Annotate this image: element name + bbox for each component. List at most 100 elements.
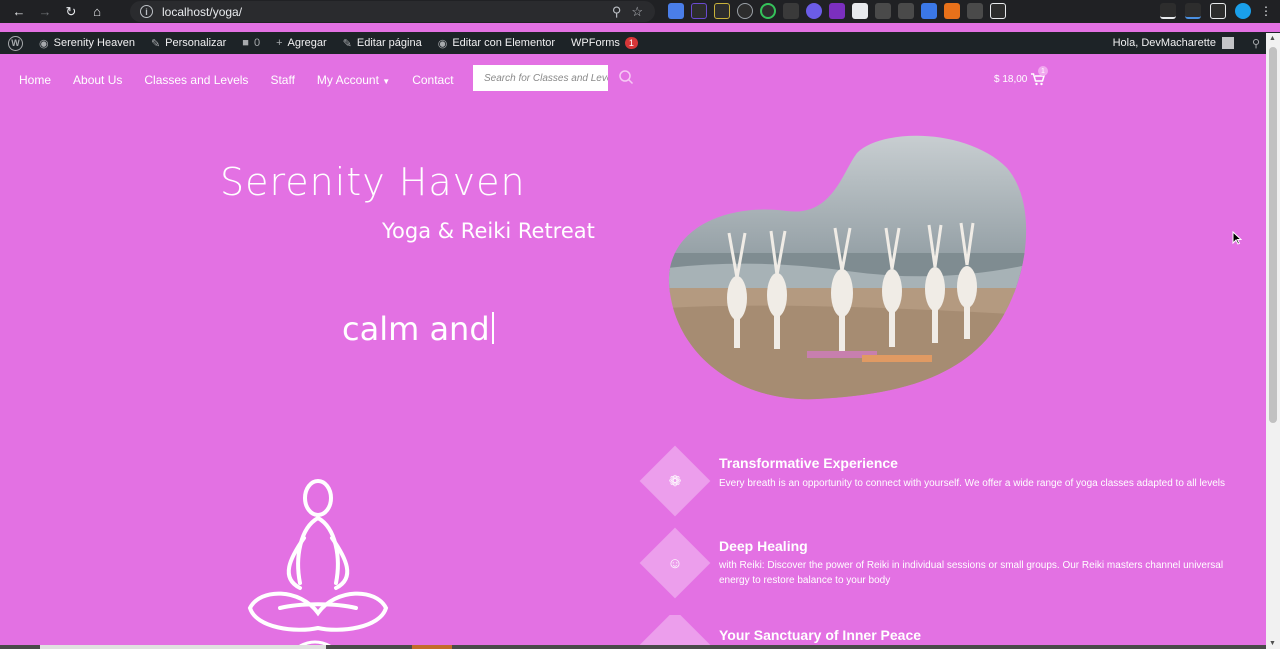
- typed-text: calm and: [342, 310, 490, 348]
- bottom-status-strip: [0, 645, 1266, 649]
- pen-extension-icon[interactable]: [691, 3, 707, 19]
- cart-count-badge: 1: [1038, 66, 1048, 76]
- elementor-icon: ◉: [437, 37, 448, 50]
- nav-contact[interactable]: Contact: [412, 73, 453, 87]
- wp-customize[interactable]: ✎ Personalizar: [143, 32, 234, 54]
- queue-icon[interactable]: [1160, 3, 1176, 19]
- wp-add-new[interactable]: + Agregar: [268, 32, 335, 54]
- translate-extension-icon[interactable]: [668, 3, 684, 19]
- feature-item: ☺ Deep Healing with Reiki: Discover the …: [638, 527, 1238, 614]
- wp-account[interactable]: Hola, DevMacharette ⚲: [1113, 37, 1260, 50]
- address-bar[interactable]: i localhost/yoga/ ⚲ ☆: [130, 1, 655, 22]
- cart-widget[interactable]: $ 18,00 1: [994, 66, 1048, 86]
- add-new-label: Agregar: [287, 37, 327, 49]
- nav-about-us[interactable]: About Us: [73, 73, 122, 87]
- feature-item: Your Sanctuary of Inner Peace: [638, 615, 1238, 649]
- edit-extension-icon[interactable]: [852, 3, 868, 19]
- back-icon[interactable]: ←: [6, 0, 32, 23]
- sidepanel-icon[interactable]: [1210, 3, 1226, 19]
- scroll-thumb[interactable]: [1269, 47, 1277, 423]
- gear-extension-icon[interactable]: [967, 3, 983, 19]
- url-text: localhost/yoga/: [162, 4, 243, 19]
- download-icon[interactable]: [1185, 3, 1201, 19]
- doc-extension-icon[interactable]: [921, 3, 937, 19]
- pencil-icon: ✎: [342, 37, 352, 50]
- healing-hand-icon: ☺: [667, 554, 683, 572]
- search-input[interactable]: [473, 65, 608, 91]
- browser-toolbar: ← → ↻ ⌂ i localhost/yoga/ ⚲ ☆ ⋮: [0, 0, 1280, 23]
- browser-right-controls: ⋮: [1160, 3, 1272, 19]
- feature-diamond: [639, 615, 711, 649]
- hero-typed-text: calm and: [342, 310, 494, 348]
- comment-icon: ■: [242, 37, 249, 49]
- puzzle-extension-icon[interactable]: [990, 3, 1006, 19]
- hero-subtitle: Yoga & Reiki Retreat: [382, 219, 595, 243]
- wpforms-label: WPForms: [571, 37, 620, 49]
- comments-count: 0: [253, 37, 261, 49]
- wp-comments[interactable]: ■ 0: [234, 32, 268, 54]
- wp-edit-page[interactable]: ✎ Editar página: [335, 32, 430, 54]
- zoom-icon[interactable]: ⚲: [612, 4, 622, 20]
- wordpress-logo-icon: W: [8, 35, 23, 51]
- home-icon[interactable]: ⌂: [84, 0, 110, 23]
- site-navigation: Home About Us Classes and Levels Staff M…: [0, 55, 1266, 105]
- grid-extension-icon[interactable]: [898, 3, 914, 19]
- edit-elementor-label: Editar con Elementor: [452, 37, 556, 49]
- chevron-down-icon: ▼: [382, 77, 391, 86]
- brush-icon: ✎: [150, 37, 161, 50]
- page-scrollbar[interactable]: ▲ ▼: [1266, 33, 1280, 649]
- feature-text: Every breath is an opportunity to connec…: [719, 478, 1226, 489]
- edit-page-label: Editar página: [356, 37, 422, 49]
- feature-title: Deep Healing: [719, 538, 808, 554]
- css-extension-icon[interactable]: [783, 3, 799, 19]
- react-extension-icon[interactable]: [737, 3, 753, 19]
- feature-text: with Reiki: Discover the power of Reiki …: [719, 560, 1224, 586]
- scroll-up-icon[interactable]: ▲: [1269, 35, 1276, 42]
- status-segment: [40, 645, 326, 649]
- yoga-mat-icon: ❁: [668, 473, 682, 490]
- nav-classes-and-levels[interactable]: Classes and Levels: [144, 73, 248, 87]
- profile-avatar-icon[interactable]: [1235, 3, 1251, 19]
- extensions-row: [668, 3, 1006, 19]
- wp-logo-menu[interactable]: W: [0, 32, 31, 54]
- greeting-label: Hola, DevMacharette: [1112, 37, 1216, 49]
- forward-icon[interactable]: →: [32, 0, 58, 23]
- bookmark-star-icon[interactable]: ☆: [631, 4, 643, 20]
- site-name-label: Serenity Heaven: [53, 37, 135, 49]
- wp-admin-bar: W ◉ Serenity Heaven ✎ Personalizar ■ 0 + Agr…: [0, 32, 1280, 54]
- search-icon[interactable]: [618, 69, 634, 85]
- json-extension-icon[interactable]: [714, 3, 730, 19]
- wpforms-badge: 1: [624, 37, 638, 49]
- feature-item: ❁ Transformative Experience Every breath…: [638, 445, 1238, 531]
- typing-caret: [491, 312, 494, 344]
- feature-title: Transformative Experience: [719, 455, 898, 471]
- browser-menu-icon[interactable]: ⋮: [1260, 4, 1272, 18]
- nav-home[interactable]: Home: [19, 73, 51, 87]
- nav-staff[interactable]: Staff: [270, 73, 294, 87]
- nav-my-account-label: My Account: [316, 73, 379, 87]
- nav-my-account[interactable]: My Account ▼: [317, 73, 390, 87]
- cart-total: $ 18,00: [994, 74, 1028, 85]
- mouse-cursor-icon: [1232, 231, 1242, 245]
- wp-wpforms[interactable]: WPForms 1: [563, 32, 646, 54]
- hero-yoga-beach-image: [668, 135, 1027, 400]
- plus-icon: +: [276, 37, 283, 49]
- target-extension-icon[interactable]: [760, 3, 776, 19]
- wp-edit-elementor[interactable]: ◉ Editar con Elementor: [430, 32, 563, 54]
- hero-title: Serenity Haven: [220, 160, 526, 204]
- customize-label: Personalizar: [165, 37, 227, 49]
- ghost-extension-icon[interactable]: [806, 3, 822, 19]
- avatar: [1221, 37, 1234, 49]
- feature-title: Your Sanctuary of Inner Peace: [719, 627, 922, 643]
- s-extension-icon[interactable]: [829, 3, 845, 19]
- muted-extension-icon[interactable]: [875, 3, 891, 19]
- search-icon[interactable]: ⚲: [1252, 37, 1260, 50]
- meditation-figure-icon: [247, 479, 389, 648]
- scroll-down-icon[interactable]: ▼: [1269, 640, 1276, 647]
- wp-site-name[interactable]: ◉ Serenity Heaven: [31, 32, 143, 54]
- fox-extension-icon[interactable]: [944, 3, 960, 19]
- reload-icon[interactable]: ↻: [58, 0, 84, 23]
- site-info-icon[interactable]: i: [140, 5, 153, 18]
- dashboard-icon: ◉: [39, 37, 49, 50]
- status-segment: [412, 645, 452, 649]
